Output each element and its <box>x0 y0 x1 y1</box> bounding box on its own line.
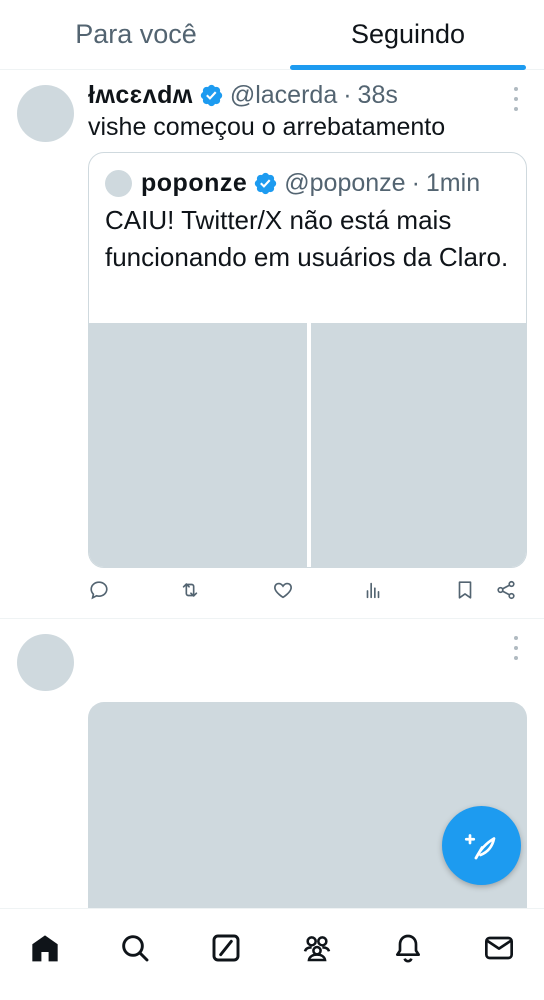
tab-for-you-label: Para você <box>75 19 197 49</box>
quoted-timestamp: 1min <box>425 168 481 197</box>
verified-badge-icon <box>255 172 277 194</box>
tab-following-label: Seguindo <box>350 19 466 49</box>
timeline-tabs: Para você Seguindo <box>0 0 544 70</box>
bookmark-icon[interactable] <box>454 579 480 605</box>
avatar[interactable] <box>17 85 74 142</box>
reply-icon[interactable] <box>88 579 114 605</box>
tweet-header: łʍcɛʌdʍ @lacerda · 38s <box>88 77 398 113</box>
messages-icon[interactable] <box>482 931 516 965</box>
separator-dot: · <box>343 80 352 109</box>
home-icon[interactable] <box>28 931 62 965</box>
compose-post-icon <box>464 833 495 859</box>
separator-dot: · <box>411 168 420 197</box>
like-icon[interactable] <box>272 579 298 605</box>
verified-badge-icon <box>200 84 223 106</box>
compose-post-button[interactable] <box>442 806 521 885</box>
avatar[interactable] <box>17 634 74 691</box>
tweet[interactable]: łʍcɛʌdʍ @lacerda · 38s vishe começou o a… <box>0 71 544 619</box>
tab-following[interactable]: Seguindo <box>272 0 544 70</box>
quoted-tweet-header: poponze @poponze · 1min <box>105 167 480 199</box>
retweet-icon[interactable] <box>179 579 205 605</box>
timestamp[interactable]: 38s <box>358 81 398 110</box>
communities-icon[interactable] <box>300 931 334 965</box>
media-image[interactable] <box>89 323 307 567</box>
avatar <box>105 169 132 197</box>
handle: @lacerda <box>229 80 338 109</box>
more-options-icon[interactable] <box>510 87 522 111</box>
grok-icon[interactable] <box>209 931 243 965</box>
tweet-actions <box>88 579 528 609</box>
active-tab-indicator <box>290 65 526 70</box>
share-icon[interactable] <box>495 579 521 605</box>
quoted-tweet[interactable]: poponze @poponze · 1min CAIU! Twitter/X … <box>88 152 527 568</box>
quoted-display-name: poponze <box>141 168 248 197</box>
search-icon[interactable] <box>118 931 152 965</box>
tab-for-you[interactable]: Para você <box>0 0 272 69</box>
quoted-media-grid <box>89 323 526 567</box>
media-image[interactable] <box>310 323 526 567</box>
tweet-text: vishe começou o arrebatamento <box>88 113 446 141</box>
display-name[interactable]: łʍcɛʌdʍ <box>88 81 193 110</box>
views-icon[interactable] <box>362 579 388 605</box>
bottom-navigation <box>0 908 544 1000</box>
quoted-handle: @poponze <box>284 168 406 197</box>
quoted-tweet-text: CAIU! Twitter/X não está mais funcionand… <box>105 205 509 272</box>
notifications-icon[interactable] <box>391 931 425 965</box>
more-options-icon[interactable] <box>510 636 522 660</box>
